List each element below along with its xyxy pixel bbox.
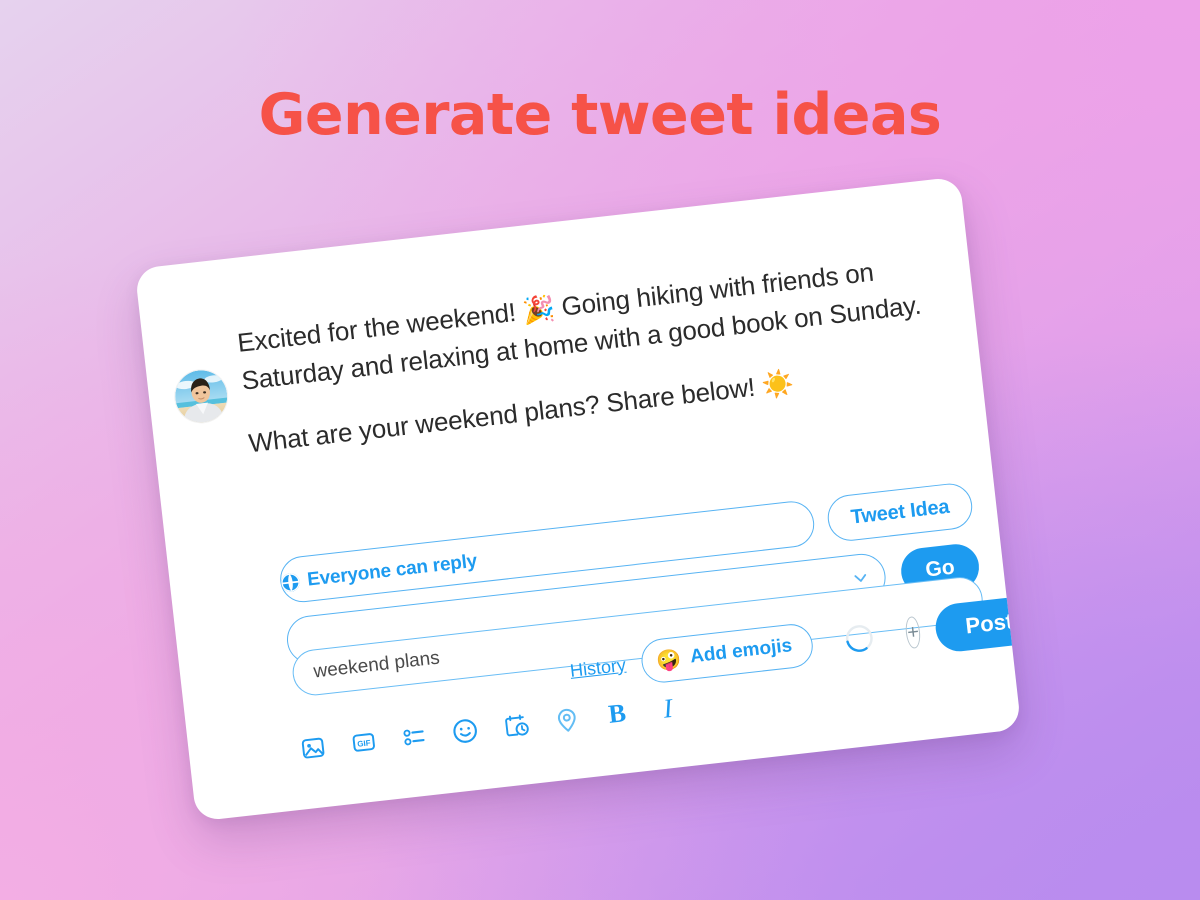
emoji-icon[interactable] <box>450 716 481 747</box>
svg-text:GIF: GIF <box>357 738 371 748</box>
character-count-ring-icon <box>843 622 876 655</box>
gif-icon[interactable]: GIF <box>348 727 379 758</box>
history-link[interactable]: History <box>569 654 627 681</box>
tweet-idea-button[interactable]: Tweet Idea <box>825 481 975 544</box>
add-emojis-label: Add emojis <box>689 635 794 668</box>
tweet-text[interactable]: Excited for the weekend! 🎉 Going hiking … <box>235 245 958 463</box>
location-icon[interactable] <box>551 704 582 735</box>
screenshot-root: Generate tweet ideas Excited for the wee… <box>0 0 1200 900</box>
globe-icon <box>279 572 301 594</box>
actions-divider <box>888 620 893 650</box>
avatar[interactable] <box>172 367 230 426</box>
bold-icon[interactable]: B <box>602 698 633 729</box>
italic-letter: I <box>661 692 674 724</box>
composer-toolbar: GIF B I <box>298 692 684 764</box>
tweet-composer-card-wrapper: Excited for the weekend! 🎉 Going hiking … <box>134 176 1022 822</box>
italic-icon[interactable]: I <box>652 692 683 724</box>
media-icon[interactable] <box>298 733 329 764</box>
schedule-icon[interactable] <box>500 710 531 741</box>
add-thread-button[interactable]: + <box>904 615 922 650</box>
bold-letter: B <box>606 698 628 729</box>
tweet-composer-card: Excited for the weekend! 🎉 Going hiking … <box>134 176 1022 822</box>
poll-icon[interactable] <box>399 721 430 752</box>
compose-area: Excited for the weekend! 🎉 Going hiking … <box>172 257 958 470</box>
crazy-face-icon: 🤪 <box>655 646 683 674</box>
page-title: Generate tweet ideas <box>258 82 942 148</box>
